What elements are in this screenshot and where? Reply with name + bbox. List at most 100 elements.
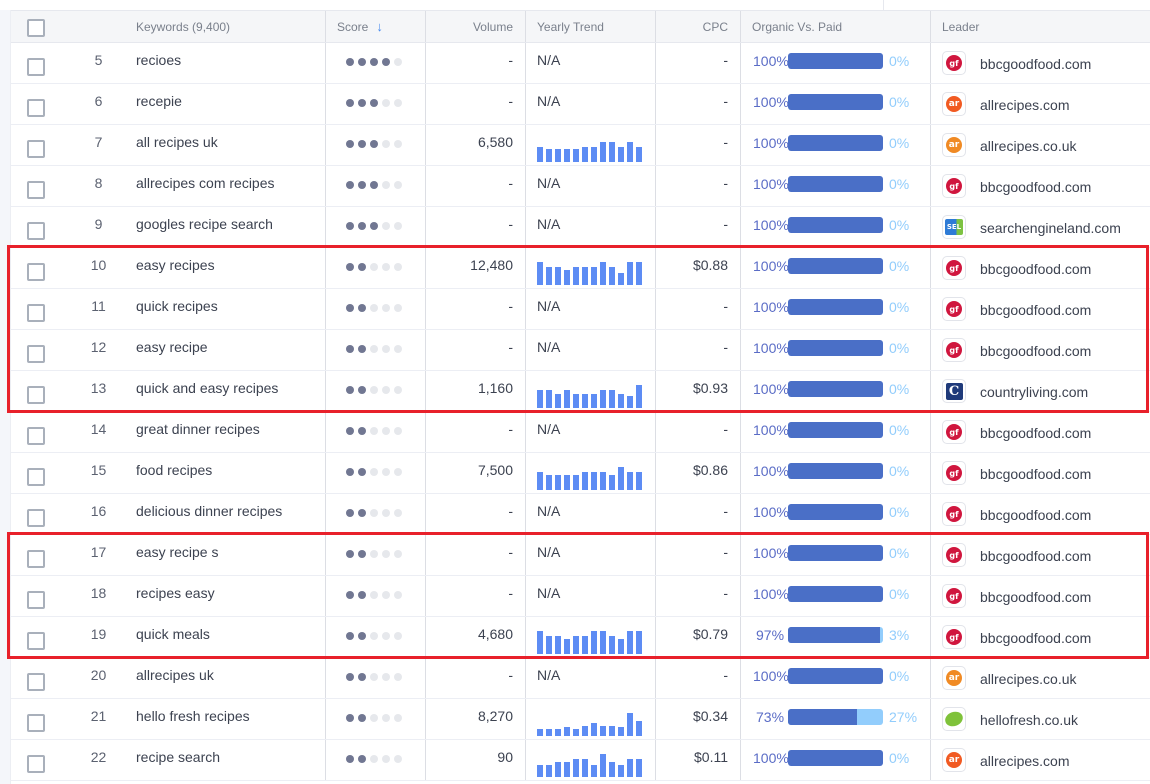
keyword-link[interactable]: allrecipes com recipes [136, 166, 325, 206]
keyword-link[interactable]: quick meals [136, 617, 325, 657]
score-dot [358, 468, 366, 476]
row-checkbox-cell [11, 289, 61, 329]
table-row[interactable]: 14 great dinner recipes - N/A -100% 0% gf bbcgo… [11, 412, 1150, 453]
table-row[interactable]: 9 googles recipe search - N/A -100% 0% SEL sear… [11, 207, 1150, 248]
leader-domain[interactable]: gf bbcgoodfood.com [942, 625, 1091, 649]
leader-domain[interactable]: SEL searchengineland.com [942, 215, 1121, 239]
leader-domain[interactable]: gf bbcgoodfood.com [942, 174, 1091, 198]
keyword-link[interactable]: hello fresh recipes [136, 699, 325, 739]
table-row[interactable]: 10 easy recipes 12,480 $0.88 100% 0% gf bbcgood… [11, 248, 1150, 289]
leader-domain[interactable]: ar allrecipes.co.uk [942, 666, 1077, 690]
keyword-link[interactable]: food recipes [136, 453, 325, 493]
header-volume[interactable]: Volume [425, 11, 525, 42]
select-all-checkbox[interactable] [27, 18, 45, 37]
row-checkbox[interactable] [27, 99, 45, 117]
keyword-link[interactable]: googles recipe search [136, 207, 325, 247]
header-score[interactable]: Score ↓ [325, 11, 425, 42]
header-organic-vs-paid[interactable]: Organic Vs. Paid [740, 11, 930, 42]
table-row[interactable]: 11 quick recipes - N/A -100% 0% gf bbcgoodfood.… [11, 289, 1150, 330]
keyword-link[interactable]: easy recipes [136, 248, 325, 288]
table-row[interactable]: 21 hello fresh recipes 8,270 $0.34 73% 27% hel… [11, 699, 1150, 740]
keyword-link[interactable]: recepie [136, 84, 325, 124]
keyword-link[interactable]: great dinner recipes [136, 412, 325, 452]
table-row[interactable]: 7 all recipes uk 6,580 -100% 0% ar allrecipes.… [11, 125, 1150, 166]
row-checkbox[interactable] [27, 427, 45, 445]
leader-name: countryliving.com [980, 383, 1089, 400]
trend-bar [591, 393, 597, 408]
organic-vs-paid-bar: 100% 0% [753, 381, 909, 397]
score-dot [382, 591, 390, 599]
leader-domain[interactable]: gf bbcgoodfood.com [942, 584, 1091, 608]
score-dot [394, 468, 402, 476]
favicon-glyph: gf [946, 629, 962, 645]
table-row[interactable]: 6 recepie - N/A -100% 0% ar allrecipes.com [11, 84, 1150, 125]
row-checkbox[interactable] [27, 755, 45, 773]
table-row[interactable]: 15 food recipes 7,500 $0.86 100% 0% gf bbcgoodf… [11, 453, 1150, 494]
sort-descending-icon[interactable]: ↓ [376, 19, 383, 34]
keyword-link[interactable]: recipe search [136, 740, 325, 780]
row-checkbox[interactable] [27, 386, 45, 404]
row-checkbox[interactable] [27, 345, 45, 363]
table-row[interactable]: 13 quick and easy recipes 1,160 $0.93 100% 0%… [11, 371, 1150, 412]
header-cpc[interactable]: CPC [655, 11, 740, 42]
leader-domain[interactable]: gf bbcgoodfood.com [942, 51, 1091, 75]
leader-domain[interactable]: gf bbcgoodfood.com [942, 256, 1091, 280]
table-row[interactable]: 5 recioes - N/A -100% 0% gf bbcgoodfood.com [11, 43, 1150, 84]
leader-domain[interactable]: ar allrecipes.co.uk [942, 133, 1077, 157]
row-checkbox[interactable] [27, 673, 45, 691]
trend-bar [573, 758, 579, 777]
keyword-link[interactable]: recipes easy [136, 576, 325, 616]
row-checkbox[interactable] [27, 181, 45, 199]
leader-domain[interactable]: gf bbcgoodfood.com [942, 297, 1091, 321]
leader-domain[interactable]: gf bbcgoodfood.com [942, 543, 1091, 567]
row-checkbox[interactable] [27, 140, 45, 158]
keyword-link[interactable]: recioes [136, 43, 325, 83]
table-row[interactable]: 12 easy recipe - N/A -100% 0% gf bbcgoodfood.co… [11, 330, 1150, 371]
keyword-link[interactable]: easy recipe s [136, 535, 325, 575]
leader-domain[interactable]: hellofresh.co.uk [942, 707, 1078, 731]
table-header: Keywords (9,400) Score ↓ Volume Yearly T… [11, 10, 1150, 43]
row-checkbox[interactable] [27, 263, 45, 281]
row-checkbox[interactable] [27, 58, 45, 76]
table-row[interactable]: 22 recipe search 90 $0.11 100% 0% ar allrecipes… [11, 740, 1150, 781]
leader-domain[interactable]: Ccountryliving.com [942, 379, 1088, 403]
keyword-link[interactable]: quick recipes [136, 289, 325, 329]
leader-domain[interactable]: ar allrecipes.com [942, 748, 1069, 772]
row-checkbox[interactable] [27, 468, 45, 486]
paid-percent: 0% [889, 586, 910, 602]
table-row[interactable]: 8 allrecipes com recipes - N/A -100% 0% gf bbcg… [11, 166, 1150, 207]
row-checkbox[interactable] [27, 714, 45, 732]
organic-percent: 100% [753, 340, 789, 356]
keyword-link[interactable]: all recipes uk [136, 125, 325, 165]
bbcgoodfood-favicon-icon: gf [942, 174, 966, 198]
score-dot [394, 140, 402, 148]
leader-domain[interactable]: gf bbcgoodfood.com [942, 420, 1091, 444]
leader-domain[interactable]: gf bbcgoodfood.com [942, 338, 1091, 362]
table-row[interactable]: 20 allrecipes uk - N/A -100% 0% ar allrecipes.c… [11, 658, 1150, 699]
table-row[interactable]: 18 recipes easy - N/A -100% 0% gf bbcgoodfood.c… [11, 576, 1150, 617]
leader-domain[interactable]: gf bbcgoodfood.com [942, 502, 1091, 526]
table-row[interactable]: 17 easy recipe s - N/A -100% 0% gf bbcgoodfood.… [11, 535, 1150, 576]
trend-bar [618, 764, 624, 777]
score-dot [358, 58, 366, 66]
leader-domain[interactable]: gf bbcgoodfood.com [942, 461, 1091, 485]
trend-bar [555, 728, 561, 736]
keyword-link[interactable]: delicious dinner recipes [136, 494, 325, 534]
row-checkbox[interactable] [27, 632, 45, 650]
row-checkbox[interactable] [27, 222, 45, 240]
table-row[interactable]: 16 delicious dinner recipes - N/A -100% 0% gf b… [11, 494, 1150, 535]
table-row[interactable]: 19 quick meals 4,680 $0.79 97% 3% gf bbcgoodfoo… [11, 617, 1150, 658]
header-leader[interactable]: Leader [930, 11, 1150, 42]
keyword-link[interactable]: easy recipe [136, 330, 325, 370]
header-keywords[interactable]: Keywords (9,400) [136, 11, 325, 42]
header-trend[interactable]: Yearly Trend [525, 11, 655, 42]
row-checkbox[interactable] [27, 591, 45, 609]
row-checkbox[interactable] [27, 304, 45, 322]
leader-domain[interactable]: ar allrecipes.com [942, 92, 1069, 116]
row-checkbox[interactable] [27, 550, 45, 568]
row-checkbox[interactable] [27, 509, 45, 527]
trend-bar [573, 266, 579, 285]
trend-bar [627, 712, 633, 736]
keyword-link[interactable]: quick and easy recipes [136, 371, 325, 411]
keyword-link[interactable]: allrecipes uk [136, 658, 325, 698]
